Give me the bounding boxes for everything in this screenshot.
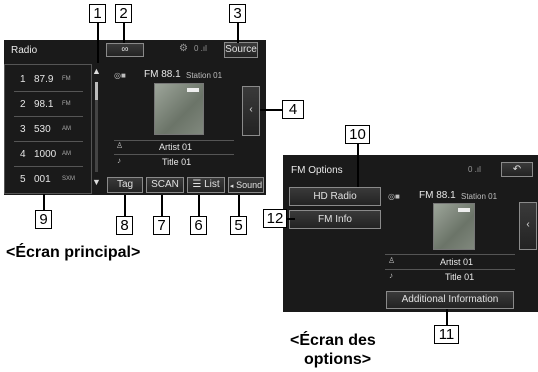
gear-icon: ⚙ xyxy=(179,43,188,54)
callout-11: 11 xyxy=(434,325,459,344)
side-panel-tab[interactable]: ‹ xyxy=(519,202,537,250)
scrollbar-thumb[interactable] xyxy=(95,82,98,100)
sound-button[interactable]: ◂ Sound xyxy=(228,177,264,193)
music-note-icon: ♪ xyxy=(389,271,393,280)
callout-3: 3 xyxy=(229,4,246,23)
callout-8: 8 xyxy=(116,216,133,235)
song-title: Title 01 xyxy=(162,157,192,167)
music-note-icon: ♪ xyxy=(117,156,121,165)
hd-indicator: ◎■ xyxy=(388,192,400,201)
callout-10: 10 xyxy=(345,125,370,144)
options-title: FM Options xyxy=(291,165,343,176)
scrollbar[interactable] xyxy=(95,82,98,172)
callout-1: 1 xyxy=(89,4,106,23)
person-icon: ♙ xyxy=(388,256,396,265)
link-button[interactable]: ∞ xyxy=(106,43,144,57)
options-screen-caption-line1: <Écran des xyxy=(290,332,376,349)
signal-icon: 0 .ıl xyxy=(468,165,481,174)
tag-button[interactable]: Tag xyxy=(107,177,143,193)
main-screen-caption: <Écran principal> xyxy=(6,244,141,261)
options-station-frequency: FM 88.1 xyxy=(419,190,456,201)
list-label: List xyxy=(204,179,220,190)
back-icon: ↶ xyxy=(512,164,522,175)
main-screen: Radio ∞ ⚙ 0 .ıl Source 1 87.9 FM 2 98.1 … xyxy=(4,40,266,195)
hd-radio-button[interactable]: HD Radio xyxy=(289,187,381,206)
callout-4: 4 xyxy=(282,100,304,119)
sound-icon: ◂ xyxy=(229,183,234,190)
link-icon: ∞ xyxy=(121,44,129,55)
signal-icon: 0 .ıl xyxy=(194,44,207,53)
screen-title: Radio xyxy=(11,45,38,56)
callout-6: 6 xyxy=(190,216,207,235)
callout-2: 2 xyxy=(115,4,132,23)
person-icon: ♙ xyxy=(116,141,124,150)
artist-name: Artist 01 xyxy=(159,142,193,152)
options-screen-caption-line2: options> xyxy=(304,351,372,368)
hd-indicator: ◎■ xyxy=(114,71,126,80)
callout-12: 12 xyxy=(263,209,287,228)
station-name: Station 01 xyxy=(186,71,223,80)
scan-button[interactable]: SCAN xyxy=(146,177,184,193)
source-button[interactable]: Source xyxy=(224,42,258,58)
sound-label: Sound xyxy=(236,180,263,190)
station-frequency: FM 88.1 xyxy=(144,69,181,80)
list-button[interactable]: ☰ List xyxy=(187,177,225,193)
preset-item[interactable]: 4 1000 AM xyxy=(14,142,83,167)
preset-item[interactable]: 2 98.1 FM xyxy=(14,92,83,117)
chevron-left-icon: ‹ xyxy=(249,104,253,115)
list-icon: ☰ xyxy=(192,179,202,190)
options-artist-name: Artist 01 xyxy=(440,257,474,267)
up-arrow-icon[interactable]: ▲ xyxy=(92,66,101,76)
options-song-title: Title 01 xyxy=(445,272,475,282)
preset-item[interactable]: 5 001 SXM xyxy=(14,167,83,192)
options-album-art xyxy=(433,203,475,250)
fm-info-button[interactable]: FM Info xyxy=(289,210,381,229)
options-screen: FM Options 0 .ıl ↶ HD Radio FM Info ◎■ F… xyxy=(283,155,538,312)
album-art xyxy=(154,83,204,135)
side-panel-tab[interactable]: ‹ xyxy=(242,86,260,136)
callout-7: 7 xyxy=(153,216,170,235)
chevron-left-icon: ‹ xyxy=(526,219,530,230)
options-station-name: Station 01 xyxy=(461,192,498,201)
callout-9: 9 xyxy=(35,210,52,229)
down-arrow-icon[interactable]: ▼ xyxy=(92,177,101,187)
preset-item[interactable]: 3 530 AM xyxy=(14,117,83,142)
additional-information-button[interactable]: Additional Information xyxy=(386,291,514,309)
callout-5: 5 xyxy=(230,216,247,235)
back-button[interactable]: ↶ xyxy=(501,162,533,177)
preset-item[interactable]: 1 87.9 FM xyxy=(14,67,83,92)
